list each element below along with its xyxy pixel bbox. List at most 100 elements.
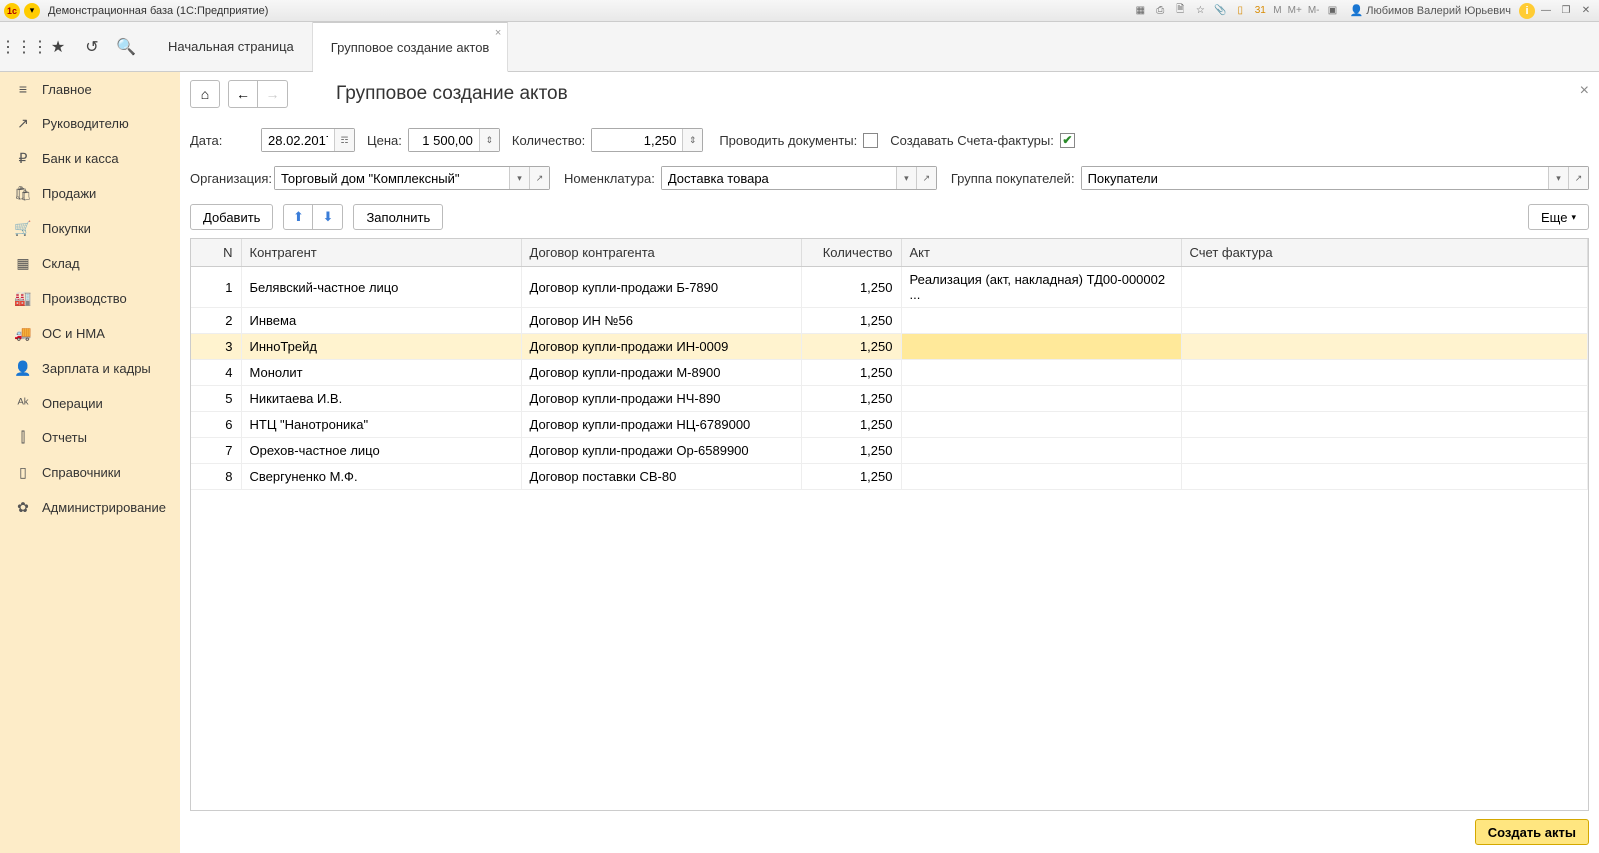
cell-qty: 1,250 xyxy=(801,412,901,438)
nom-open-icon[interactable]: ↗ xyxy=(916,167,936,189)
sidebar-label: Главное xyxy=(42,82,92,97)
cell-invoice xyxy=(1181,267,1588,308)
qty-input[interactable] xyxy=(592,129,682,151)
col-act[interactable]: Акт xyxy=(901,239,1181,267)
doc-icon[interactable]: 🗎 xyxy=(1171,3,1189,19)
create-invoice-checkbox[interactable] xyxy=(1060,133,1075,148)
calc-icon[interactable]: ▯ xyxy=(1231,3,1249,19)
create-acts-button[interactable]: Создать акты xyxy=(1475,819,1589,845)
mem-m[interactable]: M xyxy=(1271,5,1283,16)
history-icon[interactable]: ↺ xyxy=(82,37,102,57)
col-qty[interactable]: Количество xyxy=(801,239,901,267)
sidebar-item-6[interactable]: 🏭Производство xyxy=(0,281,180,316)
sidebar-item-2[interactable]: ₽Банк и касса xyxy=(0,141,180,176)
org-field[interactable]: ▾↗ xyxy=(274,166,550,190)
user-name: Любимов Валерий Юрьевич xyxy=(1366,5,1511,17)
sidebar-item-9[interactable]: ᴬᵏОперации xyxy=(0,386,180,420)
tab-close-icon[interactable]: × xyxy=(495,27,501,39)
sidebar-item-5[interactable]: ▦Склад xyxy=(0,246,180,281)
current-user[interactable]: 👤 Любимов Валерий Юрьевич xyxy=(1343,4,1517,17)
sidebar-label: Администрирование xyxy=(42,500,166,515)
cell-act xyxy=(901,464,1181,490)
qty-stepper-icon[interactable]: ⇕ xyxy=(682,129,702,151)
print-icon[interactable]: ⎙ xyxy=(1151,3,1169,19)
star-icon[interactable]: ☆ xyxy=(1191,3,1209,19)
forward-button[interactable]: → xyxy=(258,80,288,108)
cell-n: 6 xyxy=(191,412,241,438)
org-dropdown-icon[interactable]: ▾ xyxy=(509,167,529,189)
cell-act xyxy=(901,334,1181,360)
tab-group-acts[interactable]: Групповое создание актов × xyxy=(313,22,509,72)
panel-icon[interactable]: ▣ xyxy=(1323,3,1341,19)
tb-icon-1[interactable]: ▦ xyxy=(1131,3,1149,19)
favorite-icon[interactable]: ★ xyxy=(48,37,68,57)
date-field[interactable]: ☶ xyxy=(261,128,355,152)
org-open-icon[interactable]: ↗ xyxy=(529,167,549,189)
date-picker-icon[interactable]: ☶ xyxy=(334,129,354,151)
clip-icon[interactable]: 📎 xyxy=(1211,3,1229,19)
nom-dropdown-icon[interactable]: ▾ xyxy=(896,167,916,189)
cell-act xyxy=(901,308,1181,334)
nom-input[interactable] xyxy=(662,167,896,189)
col-contractor[interactable]: Контрагент xyxy=(241,239,521,267)
qty-field[interactable]: ⇕ xyxy=(591,128,703,152)
cell-contract: Договор купли-продажи НЧ-890 xyxy=(521,386,801,412)
fill-button[interactable]: Заполнить xyxy=(353,204,443,230)
table-row[interactable]: 7Орехов-частное лицоДоговор купли-продаж… xyxy=(191,438,1588,464)
group-field[interactable]: ▾↗ xyxy=(1081,166,1589,190)
table-row[interactable]: 5Никитаева И.В.Договор купли-продажи НЧ-… xyxy=(191,386,1588,412)
col-n[interactable]: N xyxy=(191,239,241,267)
group-open-icon[interactable]: ↗ xyxy=(1568,167,1588,189)
tab-start-page[interactable]: Начальная страница xyxy=(150,22,313,71)
nom-field[interactable]: ▾↗ xyxy=(661,166,937,190)
sidebar-item-12[interactable]: ✿Администрирование xyxy=(0,490,180,525)
sidebar-item-4[interactable]: 🛒Покупки xyxy=(0,211,180,246)
sidebar-item-1[interactable]: ↗Руководителю xyxy=(0,106,180,141)
table-row[interactable]: 1Белявский-частное лицоДоговор купли-про… xyxy=(191,267,1588,308)
sidebar-item-3[interactable]: 🛍Продажи xyxy=(0,176,180,211)
home-button[interactable]: ⌂ xyxy=(190,80,220,108)
col-contract[interactable]: Договор контрагента xyxy=(521,239,801,267)
search-icon[interactable]: 🔍 xyxy=(116,37,136,57)
sidebar-item-11[interactable]: ▯Справочники xyxy=(0,455,180,490)
table-row[interactable]: 3ИнноТрейдДоговор купли-продажи ИН-00091… xyxy=(191,334,1588,360)
sidebar-item-0[interactable]: ≡Главное xyxy=(0,72,180,106)
mem-mminus[interactable]: M- xyxy=(1306,5,1322,16)
mem-mplus[interactable]: M+ xyxy=(1286,5,1304,16)
cell-invoice xyxy=(1181,386,1588,412)
move-down-button[interactable]: ⬇ xyxy=(313,204,343,230)
move-up-button[interactable]: ⬆ xyxy=(283,204,313,230)
sidebar-item-7[interactable]: 🚚ОС и НМА xyxy=(0,316,180,351)
post-docs-checkbox[interactable] xyxy=(863,133,878,148)
sidebar-item-8[interactable]: 👤Зарплата и кадры xyxy=(0,351,180,386)
more-button[interactable]: Еще ▾ xyxy=(1528,204,1589,230)
add-button[interactable]: Добавить xyxy=(190,204,273,230)
calendar-icon[interactable]: 31 xyxy=(1251,3,1269,19)
table-row[interactable]: 4МонолитДоговор купли-продажи М-89001,25… xyxy=(191,360,1588,386)
group-input[interactable] xyxy=(1082,167,1548,189)
price-stepper-icon[interactable]: ⇕ xyxy=(479,129,499,151)
back-button[interactable]: ← xyxy=(228,80,258,108)
form-fields-row2: Организация: ▾↗ Номенклатура: ▾↗ Группа … xyxy=(190,166,1589,190)
table-row[interactable]: 6НТЦ "Нанотроника"Договор купли-продажи … xyxy=(191,412,1588,438)
table-row[interactable]: 8Свергуненко М.Ф.Договор поставки СВ-801… xyxy=(191,464,1588,490)
price-input[interactable] xyxy=(409,129,479,151)
window-close[interactable]: ✕ xyxy=(1577,3,1595,19)
qty-label: Количество: xyxy=(512,133,585,148)
cell-contract: Договор ИН №56 xyxy=(521,308,801,334)
org-input[interactable] xyxy=(275,167,509,189)
cell-contractor: Орехов-частное лицо xyxy=(241,438,521,464)
page-close-icon[interactable]: × xyxy=(1580,82,1589,100)
group-dropdown-icon[interactable]: ▾ xyxy=(1548,167,1568,189)
price-field[interactable]: ⇕ xyxy=(408,128,500,152)
apps-icon[interactable]: ⋮⋮⋮ xyxy=(14,37,34,57)
window-minimize[interactable]: — xyxy=(1537,3,1555,19)
date-input[interactable] xyxy=(262,129,334,151)
col-invoice[interactable]: Счет фактура xyxy=(1181,239,1588,267)
info-icon[interactable]: i xyxy=(1519,3,1535,19)
table-row[interactable]: 2ИнвемаДоговор ИН №561,250 xyxy=(191,308,1588,334)
cell-n: 3 xyxy=(191,334,241,360)
app-menu-icon[interactable]: ▾ xyxy=(24,3,40,19)
window-restore[interactable]: ❐ xyxy=(1557,3,1575,19)
sidebar-item-10[interactable]: ⫿Отчеты xyxy=(0,420,180,455)
